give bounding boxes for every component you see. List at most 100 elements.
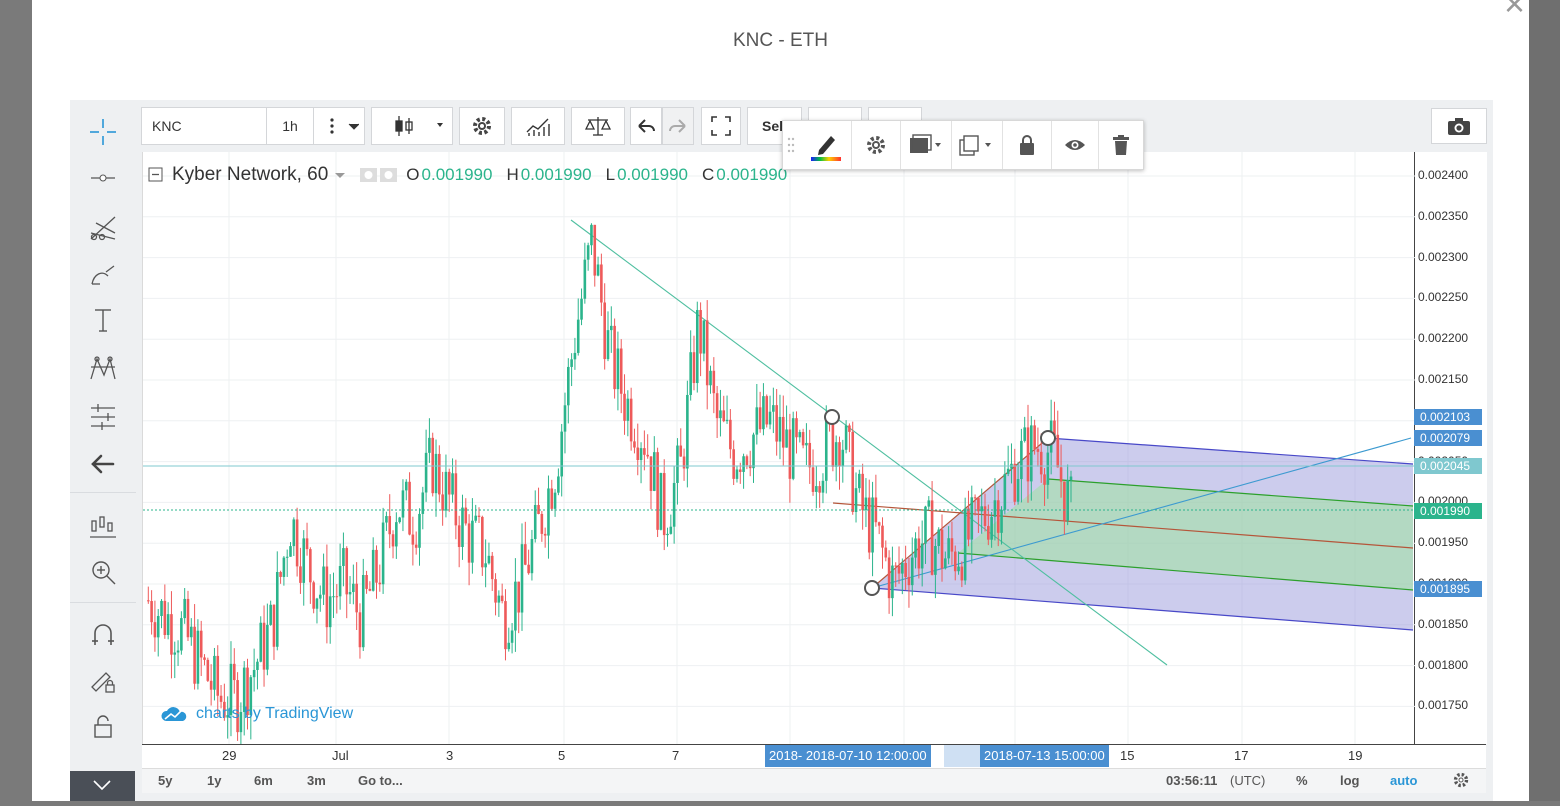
candle-body	[345, 548, 349, 595]
undo-icon[interactable]	[630, 107, 662, 145]
clone-icon[interactable]	[952, 121, 1002, 169]
candle-body	[527, 564, 530, 574]
candle-body	[457, 525, 461, 547]
legend-open: 0.001990	[421, 165, 493, 184]
candle-body	[1030, 425, 1033, 482]
price-axis[interactable]	[1414, 152, 1487, 744]
visibility-toggle-icon[interactable]	[360, 166, 400, 184]
candle-body	[586, 245, 590, 260]
goto-button[interactable]: Go to...	[358, 773, 403, 788]
pattern-icon[interactable]	[70, 348, 136, 388]
settings-icon[interactable]	[852, 121, 900, 169]
indicators-icon[interactable]	[511, 107, 565, 145]
candle-pattern-icon[interactable]	[70, 506, 136, 546]
chevron-down-icon[interactable]	[334, 170, 346, 180]
auto-toggle[interactable]: auto	[1390, 773, 1417, 788]
candle-body	[530, 538, 534, 574]
camera-icon[interactable]	[1431, 108, 1487, 144]
candle-body	[252, 669, 256, 678]
candle-body	[801, 432, 805, 446]
redo-icon[interactable]	[662, 107, 694, 145]
candle-body	[447, 471, 451, 495]
candle-body	[262, 622, 266, 670]
candle-body	[543, 533, 547, 536]
background-fill-icon[interactable]	[901, 121, 951, 169]
eye-icon[interactable]	[1052, 121, 1098, 169]
sidebar-footer[interactable]	[70, 771, 135, 801]
candle-body	[438, 453, 441, 495]
range-3m[interactable]: 3m	[307, 773, 326, 788]
candle-body	[907, 577, 911, 586]
candle-body	[570, 359, 573, 367]
candle-body	[808, 442, 812, 468]
price-tick: 0.001850	[1418, 616, 1469, 631]
lock-icon[interactable]	[1003, 121, 1051, 169]
candle-body	[894, 565, 898, 567]
candle-body	[755, 407, 759, 435]
candle-body	[371, 549, 375, 591]
price-tick: 0.001800	[1418, 657, 1469, 672]
trash-icon[interactable]	[1099, 121, 1143, 169]
compare-icon[interactable]	[571, 107, 625, 145]
more-vert-icon[interactable]	[313, 107, 365, 145]
range-6m[interactable]: 6m	[254, 773, 273, 788]
anchor-point	[864, 580, 880, 596]
magnet-icon[interactable]	[70, 614, 136, 654]
candle-body	[404, 481, 408, 491]
range-5y[interactable]: 5y	[158, 773, 172, 788]
candle-body	[494, 579, 497, 603]
interval-select[interactable]: 1h	[266, 107, 314, 145]
candle-body	[500, 595, 504, 602]
candle-body	[484, 563, 487, 568]
unlock-icon[interactable]	[70, 706, 136, 746]
collapse-icon[interactable]	[148, 167, 164, 183]
tradingview-watermark[interactable]: charts by TradingView	[160, 705, 353, 723]
candle-body	[454, 473, 458, 526]
symbol-search[interactable]: KNC	[141, 107, 267, 145]
candle-body	[474, 515, 478, 521]
lock-drawings-icon[interactable]	[70, 660, 136, 700]
percent-toggle[interactable]: %	[1296, 773, 1308, 788]
candle-body	[147, 600, 150, 602]
settings-icon[interactable]	[459, 107, 505, 145]
trend-line-icon[interactable]	[70, 158, 136, 198]
candle-body	[553, 492, 557, 509]
candle-body	[408, 481, 411, 535]
chart-type-button[interactable]	[371, 107, 453, 145]
candle-body	[576, 319, 580, 353]
drag-handle-icon[interactable]	[783, 121, 799, 169]
candle-body	[388, 516, 392, 535]
candle-body	[973, 497, 977, 499]
log-toggle[interactable]: log	[1340, 773, 1360, 788]
candle-body	[173, 652, 177, 655]
timezone[interactable]: (UTC)	[1230, 773, 1265, 788]
close-icon[interactable]: ×	[1504, 0, 1525, 22]
brush-icon[interactable]	[70, 255, 136, 295]
legend-symbol[interactable]: Kyber Network, 60	[172, 164, 328, 186]
gear-icon[interactable]	[1452, 771, 1470, 792]
time-tick: 29	[222, 748, 237, 763]
zoom-in-icon[interactable]	[70, 552, 136, 592]
pitchfork-icon[interactable]	[70, 208, 136, 248]
range-1y[interactable]: 1y	[207, 773, 221, 788]
line-color-icon[interactable]	[801, 121, 851, 169]
candle-body	[583, 259, 587, 299]
candle-body	[275, 571, 279, 647]
measure-icon[interactable]	[70, 397, 136, 437]
candle-body	[798, 432, 802, 438]
candle-body	[705, 320, 709, 386]
candle-body	[421, 492, 425, 514]
candle-body	[927, 500, 931, 507]
candle-body	[186, 598, 190, 638]
candle-body	[934, 546, 937, 575]
chart-svg[interactable]	[143, 152, 1415, 744]
fullscreen-icon[interactable]	[701, 107, 741, 145]
candle-body	[1013, 463, 1017, 502]
text-icon[interactable]	[70, 300, 136, 340]
candle-body	[719, 410, 722, 419]
candle-body	[520, 544, 524, 613]
crosshair-icon[interactable]	[70, 112, 136, 152]
candle-body	[219, 695, 223, 702]
back-arrow-icon[interactable]	[70, 444, 136, 484]
candle-body	[772, 405, 775, 412]
